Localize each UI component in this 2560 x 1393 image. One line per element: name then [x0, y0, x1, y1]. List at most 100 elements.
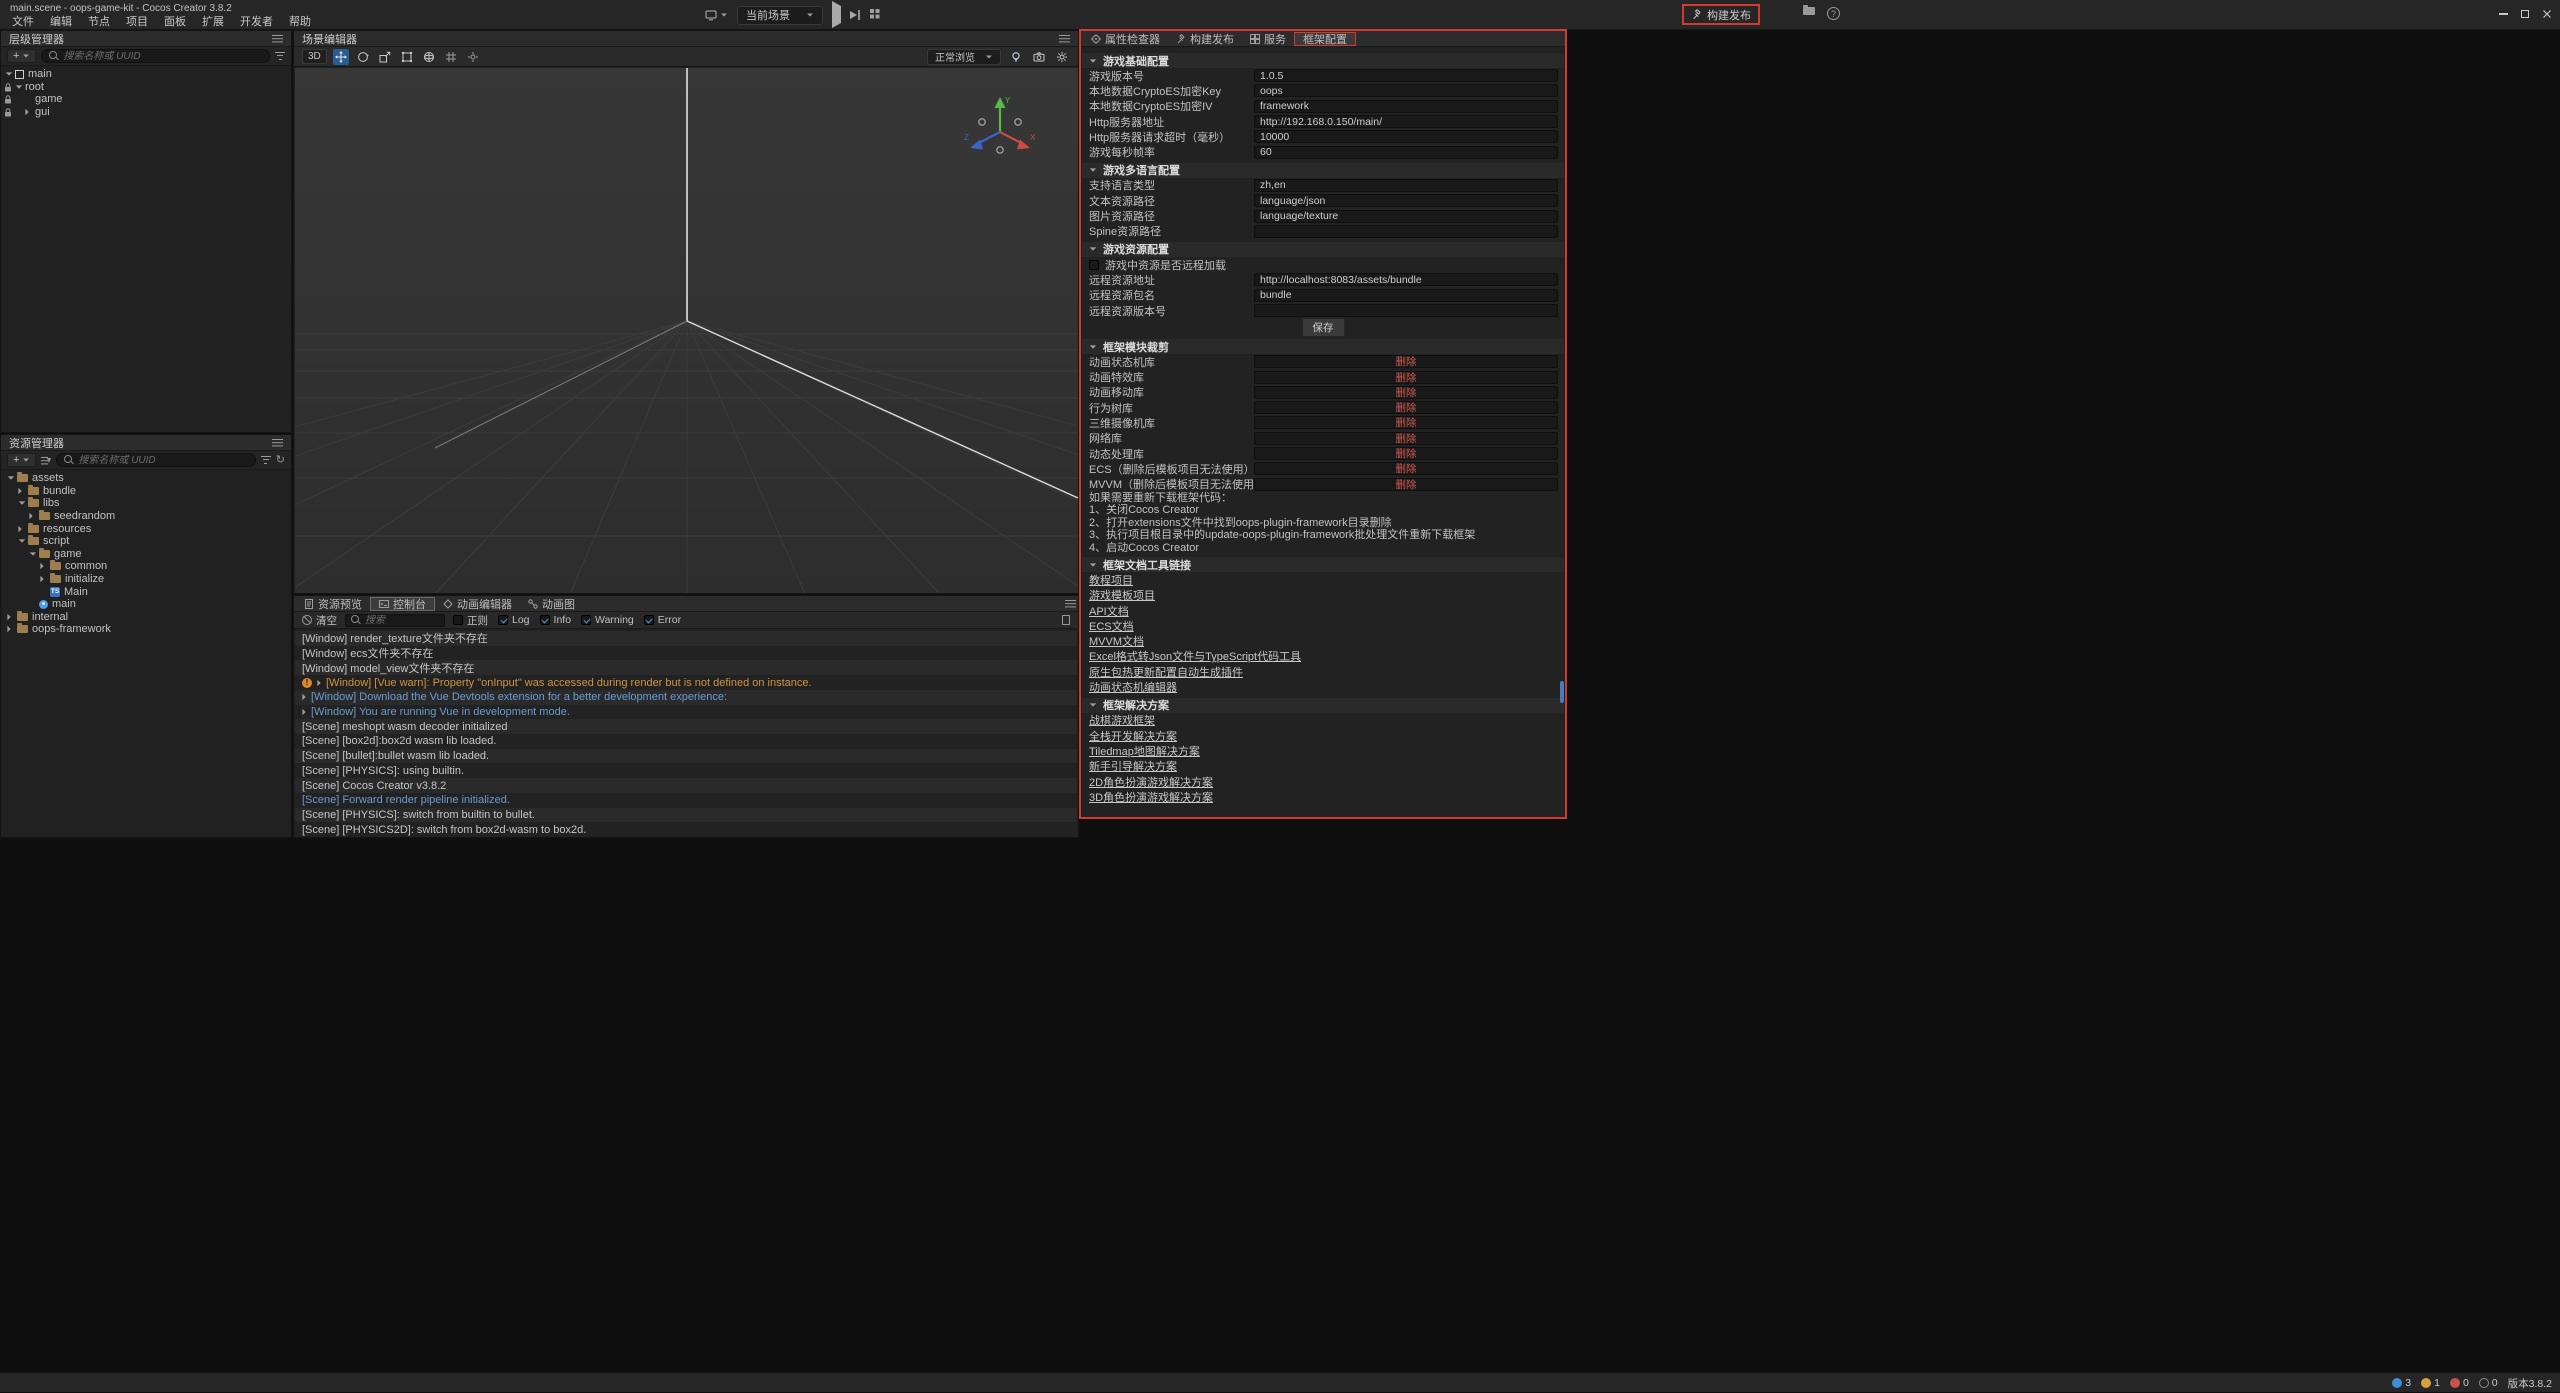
doc-link[interactable]: 战棋游戏框架 [1089, 712, 1155, 728]
expand-caret[interactable] [40, 575, 50, 583]
maximize-button[interactable] [2514, 5, 2536, 23]
config-input[interactable] [1254, 130, 1558, 143]
menu-item[interactable]: 项目 [118, 14, 156, 30]
tree-item[interactable]: main [1, 68, 291, 81]
delete-button[interactable]: 删除 [1396, 477, 1417, 492]
console-filter[interactable]: Error [644, 614, 681, 626]
checkbox[interactable] [1089, 260, 1099, 270]
config-input[interactable] [1254, 179, 1558, 192]
log-row[interactable]: [Window] Download the Vue Devtools exten… [295, 690, 1077, 705]
menu-item[interactable]: 节点 [80, 14, 118, 30]
tab-asset-preview[interactable]: 资源预览 [296, 596, 370, 612]
doc-link[interactable]: Excel格式转Json文件与TypeScript代码工具 [1089, 648, 1301, 664]
menu-item[interactable]: 文件 [4, 14, 42, 30]
panel-menu-icon[interactable] [272, 34, 283, 43]
doc-link[interactable]: 新手引导解决方案 [1089, 758, 1177, 774]
settings-gear-icon[interactable] [1054, 49, 1070, 65]
delete-button[interactable]: 删除 [1396, 385, 1417, 400]
config-input[interactable] [1254, 69, 1558, 82]
checkbox[interactable] [498, 615, 508, 625]
tab-service[interactable]: 服务 [1242, 31, 1294, 47]
config-input[interactable] [1254, 84, 1558, 97]
console-filter[interactable]: Log [498, 614, 530, 626]
move-tool-icon[interactable] [333, 49, 349, 65]
add-asset-button[interactable]: + [7, 453, 36, 467]
menu-item[interactable]: 开发者 [232, 14, 281, 30]
tab-build-publish[interactable]: 构建发布 [1168, 31, 1242, 47]
expand-caret[interactable] [40, 562, 50, 570]
log-row[interactable]: [Scene] meshopt wasm decoder initialized [295, 719, 1077, 734]
tab-property-inspector[interactable]: 属性检查器 [1083, 31, 1168, 47]
dimension-toggle-button[interactable]: 3D [302, 49, 327, 64]
tree-item[interactable]: main [1, 598, 291, 611]
tree-item[interactable]: libs [1, 497, 291, 510]
config-input[interactable] [1254, 304, 1558, 317]
section-header[interactable]: 游戏资源配置 [1082, 242, 1564, 257]
console-filter[interactable]: Warning [581, 614, 634, 626]
play-button[interactable] [832, 6, 841, 24]
section-header[interactable]: 框架文档工具链接 [1082, 557, 1564, 572]
checkbox[interactable] [540, 615, 550, 625]
assets-search-input[interactable] [78, 454, 247, 466]
help-button[interactable]: ? [1827, 7, 1840, 20]
config-input[interactable] [1254, 289, 1558, 302]
rect-tool-icon[interactable] [399, 49, 415, 65]
rotate-tool-icon[interactable] [355, 49, 371, 65]
log-row[interactable]: [Scene] [PHYSICS2D]: switch from box2d-w… [295, 822, 1077, 836]
menu-item[interactable]: 帮助 [281, 14, 319, 30]
sort-icon[interactable] [41, 456, 51, 465]
scrollbar-thumb[interactable] [1560, 681, 1564, 703]
tree-item[interactable]: game [1, 548, 291, 561]
log-row[interactable]: [Scene] Forward render pipeline initiali… [295, 793, 1077, 808]
expand-caret[interactable] [302, 693, 306, 701]
filter-icon[interactable] [261, 456, 271, 465]
console-options-icon[interactable] [1062, 615, 1070, 625]
tree-item[interactable]: root [1, 81, 291, 94]
log-row[interactable]: [Scene] [PHYSICS]: using builtin. [295, 763, 1077, 778]
scene-viewport[interactable]: Y X Z [295, 68, 1078, 594]
config-input[interactable] [1254, 146, 1558, 159]
log-row[interactable]: [Scene] [box2d]:box2d wasm lib loaded. [295, 734, 1077, 749]
expand-caret[interactable] [29, 512, 39, 520]
panel-menu-icon[interactable] [1065, 599, 1076, 608]
console-filter[interactable]: 正则 [453, 613, 488, 628]
doc-link[interactable]: 全栈开发解决方案 [1089, 728, 1177, 744]
doc-link[interactable]: 游戏模板项目 [1089, 587, 1155, 603]
scene-select[interactable]: 当前场景 [737, 6, 823, 25]
filter-icon[interactable] [275, 52, 285, 61]
log-row[interactable]: [Window] model_view文件夹不存在 [295, 660, 1077, 675]
tree-item[interactable]: seedrandom [1, 510, 291, 523]
log-row[interactable]: [Window] ecs文件夹不存在 [295, 646, 1077, 661]
clear-console-button[interactable]: 清空 [302, 613, 337, 628]
snap-grid-icon[interactable] [443, 49, 459, 65]
tree-item[interactable]: resources [1, 522, 291, 535]
warning-counter[interactable]: 1 [2421, 1377, 2440, 1389]
log-row[interactable]: [Scene] [PHYSICS]: switch from builtin t… [295, 808, 1077, 823]
save-button[interactable]: 保存 [1302, 318, 1345, 337]
log-row[interactable]: [Scene] Cocos Creator v3.8.2 [295, 778, 1077, 793]
expand-caret[interactable] [7, 476, 17, 480]
checkbox[interactable] [644, 615, 654, 625]
tab-framework-config[interactable]: 框架配置 [1294, 32, 1356, 46]
tab-animation-graph[interactable]: 动画图 [520, 596, 583, 612]
config-input[interactable] [1254, 100, 1558, 113]
expand-caret[interactable] [302, 708, 306, 716]
config-input[interactable] [1254, 115, 1558, 128]
section-header[interactable]: 框架模块裁剪 [1082, 339, 1564, 354]
message-counter[interactable]: 3 [2392, 1377, 2411, 1389]
menu-item[interactable]: 面板 [156, 14, 194, 30]
expand-caret[interactable] [29, 552, 39, 556]
lock-icon[interactable] [4, 108, 12, 120]
tree-item[interactable]: script [1, 535, 291, 548]
expand-caret[interactable] [7, 613, 17, 621]
doc-link[interactable]: MVVM文档 [1089, 633, 1144, 649]
checkbox[interactable] [581, 615, 591, 625]
device-preview-select[interactable] [705, 9, 728, 21]
log-row[interactable]: [Scene] [bullet]:bullet wasm lib loaded. [295, 749, 1077, 764]
tree-item[interactable]: game [1, 93, 291, 106]
config-input[interactable] [1254, 194, 1558, 207]
tree-item[interactable]: internal [1, 611, 291, 624]
log-row[interactable]: [Window] You are running Vue in developm… [295, 705, 1077, 720]
doc-link[interactable]: 原生包热更新配置自动生成插件 [1089, 664, 1243, 680]
config-input[interactable] [1254, 273, 1558, 286]
